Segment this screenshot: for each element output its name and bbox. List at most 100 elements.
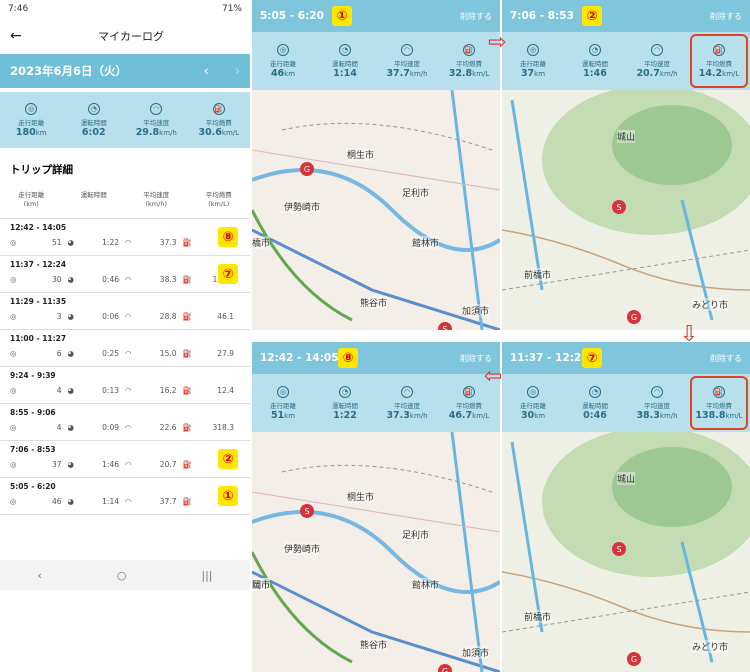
trip-row[interactable]: 8:55 - 9:06 ◎ 4 ◕ 0:09 ◠ 22.6 ⛽ 318.3 (0, 404, 250, 441)
map-pin-icon: G (627, 310, 641, 324)
speedometer-icon: ◠ (651, 43, 663, 56)
nav-recents-icon[interactable]: ||| (201, 569, 212, 582)
arrow-left-icon: ⇦ (484, 364, 503, 389)
panel-stat-unit: km (284, 69, 296, 78)
map-city-label: 桐生市 (347, 148, 375, 161)
trip-time: 9:24 - 9:39 (10, 371, 56, 380)
clock-icon: ◕ (67, 386, 75, 395)
map-city-label: 足利市 (402, 528, 430, 541)
speedometer-icon: ◠ (125, 349, 132, 358)
map-city-label: 伊勢崎市 (284, 542, 321, 555)
panel-stat-label: 平均速度 (394, 401, 420, 410)
trip-row[interactable]: 11:29 - 11:35 ◎ 3 ◕ 0:06 ◠ 28.8 ⛽ 46.1 (0, 293, 250, 330)
map-pin-icon: G (438, 664, 452, 672)
odometer-icon: ◎ (10, 238, 17, 247)
prev-day-icon[interactable]: ‹ (204, 64, 209, 79)
summary-distance-unit: km (35, 128, 47, 137)
trip-row[interactable]: 5:05 - 6:20 ◎46 ◕1:14 ◠37.7 ⛽32.8 ① (0, 478, 250, 515)
speedometer-icon: ◠ (125, 275, 132, 284)
delete-button[interactable]: 削除する (460, 353, 492, 364)
annotation-badge: ⑦ (582, 348, 602, 368)
trip-time: 11:00 - 11:27 (10, 334, 67, 343)
delete-button[interactable]: 削除する (710, 353, 742, 364)
trip-column-headers: 走行距離 (km) 運転時間 平均速度 (km/h) 平均燃費 (km/L) (0, 185, 250, 219)
trip-speed: 28.8 (159, 312, 177, 321)
odometer-icon: ◎ (10, 386, 17, 395)
delete-button[interactable]: 削除する (710, 11, 742, 22)
panel-stat-label: 平均速度 (644, 401, 670, 410)
panel-stat: ◠ 平均速度 38.3km/h (626, 374, 688, 432)
nav-back-icon[interactable]: ‹ (37, 569, 41, 582)
section-title: トリップ詳細 (10, 164, 73, 176)
map-view[interactable]: 前橋市 みどり市 城山 S G (502, 427, 750, 672)
panel-stat-value: 51 (270, 409, 285, 421)
clock-icon: ◔ (339, 43, 351, 56)
map-city-label: 城山 (617, 130, 636, 143)
annotation-badge: ⑦ (218, 264, 238, 284)
panel-header: 5:05 - 6:20 削除する (252, 0, 500, 32)
odometer-icon: ◎ (25, 102, 38, 115)
panel-stat: ◎ 走行距離 46km (252, 32, 314, 90)
trip-speed: 37.3 (159, 238, 177, 247)
clock-icon: ◕ (67, 275, 75, 284)
trip-time: 11:37 - 12:24 (10, 260, 67, 269)
trip-distance: 4 (56, 386, 62, 395)
trip-duration: 0:13 (102, 386, 119, 395)
speedometer-icon: ◠ (125, 497, 132, 506)
trip-row[interactable]: 11:00 - 11:27 ◎ 6 ◕ 0:25 ◠ 15.0 ⛽ 27.9 (0, 330, 250, 367)
map-city-label: 橋市 (252, 236, 271, 249)
map-city-label: 熊谷市 (360, 638, 388, 651)
panel-stat-value: 1:14 (333, 67, 357, 79)
map-view[interactable]: 前橋市 みどり市 城山 S G (502, 85, 750, 330)
summary-distance: ◎ 走行距離 180km (0, 92, 63, 148)
trip-time: 5:05 - 6:20 (10, 482, 56, 491)
clock-icon: ◔ (87, 102, 100, 115)
map-city-label: 加須市 (462, 646, 490, 659)
trip-map-panel: 12:42 - 14:05 削除する ◎ 走行距離 51km ◔ 運転時間 1:22 ◠ 平均速… (252, 342, 500, 672)
trip-row[interactable]: 11:37 - 12:24 ◎30 ◕0:46 ◠38.3 ⛽138.8 ⑦ (0, 256, 250, 293)
map-city-label: 伊勢崎市 (284, 200, 321, 213)
nav-home-icon[interactable]: ○ (117, 569, 127, 582)
trip-row[interactable]: 12:42 - 14:05 ◎51 ◕1:22 ◠37.3 ⛽46.7 ⑧ (0, 219, 250, 256)
trip-distance: 4 (56, 423, 62, 432)
panel-stat-label: 平均燃費 (456, 59, 482, 68)
trip-duration: 1:22 (102, 238, 119, 247)
next-day-icon[interactable]: › (235, 64, 240, 79)
panel-stat-label: 平均速度 (394, 59, 420, 68)
speedometer-icon: ◠ (651, 385, 663, 398)
panel-stat: ◠ 平均速度 37.3km/h (376, 374, 438, 432)
panel-stat-unit: km (534, 411, 546, 420)
map-view[interactable]: 桐生市 伊勢崎市 足利市 館林市 熊谷市 加須市 橋市 G S (252, 89, 500, 330)
delete-button[interactable]: 削除する (460, 11, 492, 22)
odometer-icon: ◎ (277, 43, 289, 56)
trip-duration: 0:25 (102, 349, 119, 358)
trip-duration: 0:46 (102, 275, 119, 284)
panel-stat-value: 37.7 (386, 67, 410, 79)
panel-time: 5:05 - 6:20 (260, 10, 324, 22)
map-view[interactable]: 桐生市 伊勢崎市 足利市 館林市 熊谷市 加須市 橋市 岡市 S G (252, 431, 500, 672)
panel-stat-value: 0:46 (583, 409, 607, 421)
panel-stat: ◎ 走行距離 37km (502, 32, 564, 90)
trip-map-panel: 7:06 - 8:53 削除する ◎ 走行距離 37km ◔ 運転時間 1:46 ◠ 平均速度 2… (502, 0, 750, 330)
clock-icon: ◕ (67, 312, 75, 321)
trip-distance: 37 (51, 460, 62, 469)
odometer-icon: ◎ (10, 312, 17, 321)
date-band: 2023年6月6日（火） ‹ › (0, 54, 250, 88)
fuel-pump-icon: ⛽ (182, 386, 192, 395)
summary-speed-unit: km/h (159, 128, 177, 137)
fuel-pump-icon: ⛽ (463, 43, 475, 56)
speedometer-icon: ◠ (125, 460, 132, 469)
trip-duration: 0:09 (102, 423, 119, 432)
map-city-label: 加須市 (462, 304, 490, 317)
back-arrow-icon[interactable]: ← (10, 28, 50, 44)
app-bar: ← マイカーログ (0, 18, 250, 54)
trip-row[interactable]: 9:24 - 9:39 ◎ 4 ◕ 0:13 ◠ 16.2 ⛽ 12.4 (0, 367, 250, 404)
fuel-pump-icon: ⛽ (182, 349, 192, 358)
trip-row[interactable]: 7:06 - 8:53 ◎37 ◕1:46 ◠20.7 ⛽14.2 ② (0, 441, 250, 478)
panel-stat-value: 30 (520, 409, 535, 421)
panel-stat: ◔ 運転時間 1:46 (564, 32, 626, 90)
annotation-badge: ① (332, 6, 352, 26)
panel-stat-value: 1:22 (333, 409, 357, 421)
phone-screen: 7:46 71% ← マイカーログ 2023年6月6日（火） ‹ › ◎ 走行距離 1… (0, 0, 250, 590)
summary-speed-value: 29.8 (135, 126, 160, 138)
